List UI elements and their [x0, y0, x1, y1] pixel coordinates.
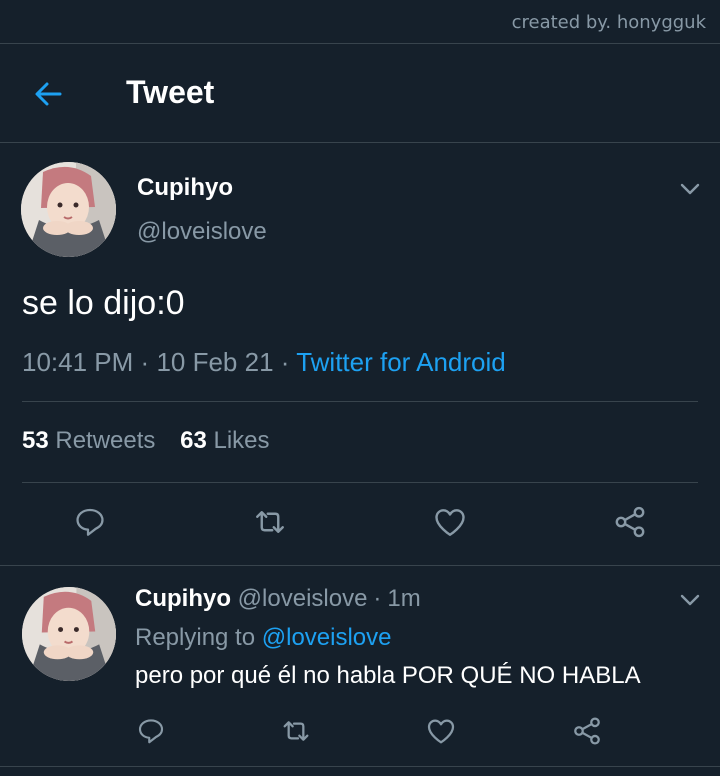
like-icon — [435, 509, 465, 536]
retweet-icon — [283, 721, 309, 741]
reply-author-name[interactable]: Cupihyo — [135, 585, 231, 612]
meta-separator: · — [280, 347, 290, 377]
retweet-icon — [256, 511, 284, 533]
reply-icon — [76, 508, 104, 536]
share-button[interactable] — [610, 502, 650, 542]
divider — [22, 401, 698, 402]
share-icon — [574, 717, 600, 745]
author-name[interactable]: Cupihyo — [137, 174, 233, 202]
avatar[interactable] — [21, 162, 116, 257]
likes-stat[interactable]: 63 Likes — [180, 427, 269, 455]
reply-author-handle[interactable]: @loveislove — [238, 585, 368, 612]
divider — [0, 766, 720, 767]
reply-header: Cupihyo @loveislove · 1m — [135, 585, 421, 613]
reply-text: pero por qué él no habla POR QUÉ NO HABL… — [135, 662, 641, 689]
likes-count: 63 — [180, 427, 207, 454]
retweets-count: 53 — [22, 427, 49, 454]
divider — [0, 43, 720, 44]
reply-reply-button[interactable] — [134, 714, 168, 748]
tweet-stats: 53 Retweets 63 Likes — [22, 427, 270, 455]
tweet-date: 10 Feb 21 — [156, 347, 274, 377]
arrow-left-icon — [35, 82, 62, 106]
divider — [0, 565, 720, 566]
back-button[interactable] — [30, 76, 66, 112]
replying-mention-link[interactable]: @loveislove — [262, 624, 392, 651]
chevron-down-icon[interactable] — [678, 588, 702, 612]
reply-icon — [138, 719, 164, 744]
retweets-label: Retweets — [55, 427, 156, 454]
reply-like-button[interactable] — [424, 714, 458, 748]
tweet-meta: 10:41 PM · 10 Feb 21 · Twitter for Andro… — [22, 347, 506, 378]
share-icon — [615, 506, 645, 538]
tweet-text: se lo dijo:0 — [22, 284, 185, 322]
credit-text: created by. honygguk — [511, 12, 706, 33]
author-handle[interactable]: @loveislove — [137, 218, 267, 246]
tweet-source-link[interactable]: Twitter for Android — [296, 347, 506, 377]
divider — [22, 482, 698, 483]
reply-button[interactable] — [70, 502, 110, 542]
tweet-time: 10:41 PM — [22, 347, 134, 377]
meta-separator: · — [373, 585, 382, 612]
meta-separator: · — [140, 347, 150, 377]
header-divider — [0, 142, 720, 143]
like-icon — [427, 719, 455, 744]
likes-label: Likes — [213, 427, 270, 454]
reply-time: 1m — [387, 585, 421, 612]
page-title: Tweet — [126, 74, 215, 110]
reply-share-button[interactable] — [570, 714, 604, 748]
retweets-stat[interactable]: 53 Retweets — [22, 427, 155, 455]
chevron-down-icon[interactable] — [678, 177, 702, 201]
reply-retweet-button[interactable] — [279, 714, 313, 748]
retweet-button[interactable] — [250, 502, 290, 542]
replying-to: Replying to @loveislove — [135, 624, 392, 652]
replying-prefix: Replying to — [135, 624, 256, 651]
reply-avatar[interactable] — [22, 587, 116, 681]
like-button[interactable] — [430, 502, 470, 542]
